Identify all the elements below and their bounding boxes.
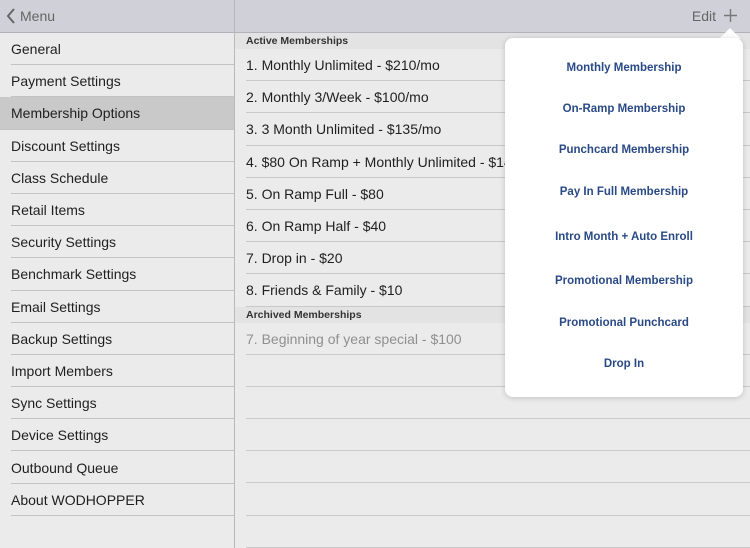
menu-item-benchmark-settings[interactable]: Benchmark Settings xyxy=(0,258,234,291)
chevron-left-icon xyxy=(6,8,15,24)
menu-item-label: Membership Options xyxy=(11,105,141,122)
menu-item-about[interactable]: About WODHOPPER xyxy=(0,484,234,517)
menu-item-sync-settings[interactable]: Sync Settings xyxy=(0,387,234,420)
menu-item-discount-settings[interactable]: Discount Settings xyxy=(0,130,234,162)
membership-label: 7. Drop in - $20 xyxy=(246,250,343,267)
membership-label: 7. Beginning of year special - $100 xyxy=(246,330,462,347)
membership-label: 4. $80 On Ramp + Monthly Unlimited - $14… xyxy=(246,153,520,170)
empty-row xyxy=(235,419,750,452)
menu-item-retail-items[interactable]: Retail Items xyxy=(0,194,234,227)
menu-item-label: Backup Settings xyxy=(11,330,113,347)
settings-sidebar: Menu General Payment Settings Membership… xyxy=(0,0,235,548)
menu-item-label: Outbound Queue xyxy=(11,459,119,476)
menu-item-label: Discount Settings xyxy=(11,137,120,154)
menu-item-label: Sync Settings xyxy=(11,395,97,412)
section-title: Active Memberships xyxy=(246,35,349,47)
menu-item-label: Payment Settings xyxy=(11,73,121,90)
popover-item-promotional-membership[interactable]: Promotional Membership xyxy=(505,275,743,287)
menu-item-label: General xyxy=(11,41,61,58)
menu-item-label: Device Settings xyxy=(11,427,109,444)
menu-item-general[interactable]: General xyxy=(0,33,234,66)
empty-row xyxy=(235,451,750,484)
menu-item-label: Retail Items xyxy=(11,202,85,219)
menu-item-import-members[interactable]: Import Members xyxy=(0,355,234,388)
menu-item-backup-settings[interactable]: Backup Settings xyxy=(0,323,234,356)
plus-icon[interactable] xyxy=(724,9,737,22)
settings-menu: General Payment Settings Membership Opti… xyxy=(0,33,234,517)
section-title: Archived Memberships xyxy=(246,308,362,321)
membership-label: 8. Friends & Family - $10 xyxy=(246,282,403,299)
menu-item-label: Import Members xyxy=(11,362,113,379)
membership-label: 6. On Ramp Half - $40 xyxy=(246,218,387,235)
membership-label: 3. 3 Month Unlimited - $135/mo xyxy=(246,121,442,138)
membership-label: 5. On Ramp Full - $80 xyxy=(246,185,384,202)
memberships-header: Edit xyxy=(235,0,750,33)
menu-item-class-schedule[interactable]: Class Schedule xyxy=(0,162,234,195)
menu-item-label: Class Schedule xyxy=(11,169,109,186)
popover-item-monthly-membership[interactable]: Monthly Membership xyxy=(505,62,743,74)
popover-item-punchcard-membership[interactable]: Punchcard Membership xyxy=(505,144,743,156)
popover-item-pay-in-full-membership[interactable]: Pay In Full Membership xyxy=(505,186,743,198)
menu-item-label: About WODHOPPER xyxy=(11,491,145,508)
empty-row xyxy=(235,516,750,548)
add-membership-popover: Monthly Membership On-Ramp Membership Pu… xyxy=(505,38,743,397)
back-button[interactable]: Menu xyxy=(0,8,55,24)
menu-item-label: Email Settings xyxy=(11,298,101,315)
menu-item-email-settings[interactable]: Email Settings xyxy=(0,291,234,323)
menu-item-device-settings[interactable]: Device Settings xyxy=(0,419,234,452)
popover-item-intro-month-auto-enroll[interactable]: Intro Month + Auto Enroll xyxy=(505,231,743,243)
empty-row xyxy=(235,483,750,516)
popover-item-drop-in[interactable]: Drop In xyxy=(505,358,743,370)
popover-item-on-ramp-membership[interactable]: On-Ramp Membership xyxy=(505,103,743,115)
menu-item-outbound-queue[interactable]: Outbound Queue xyxy=(0,451,234,484)
membership-label: 2. Monthly 3/Week - $100/mo xyxy=(246,89,429,106)
menu-item-label: Benchmark Settings xyxy=(11,266,137,283)
menu-item-label: Security Settings xyxy=(11,234,117,251)
menu-item-security-settings[interactable]: Security Settings xyxy=(0,226,234,259)
menu-item-membership-options[interactable]: Membership Options xyxy=(0,97,234,130)
edit-button[interactable]: Edit xyxy=(692,8,716,24)
menu-item-payment-settings[interactable]: Payment Settings xyxy=(0,65,234,98)
sidebar-header: Menu xyxy=(0,0,234,33)
popover-item-promotional-punchcard[interactable]: Promotional Punchcard xyxy=(505,317,743,329)
back-button-label: Menu xyxy=(20,8,56,24)
membership-label: 1. Monthly Unlimited - $210/mo xyxy=(246,57,440,74)
